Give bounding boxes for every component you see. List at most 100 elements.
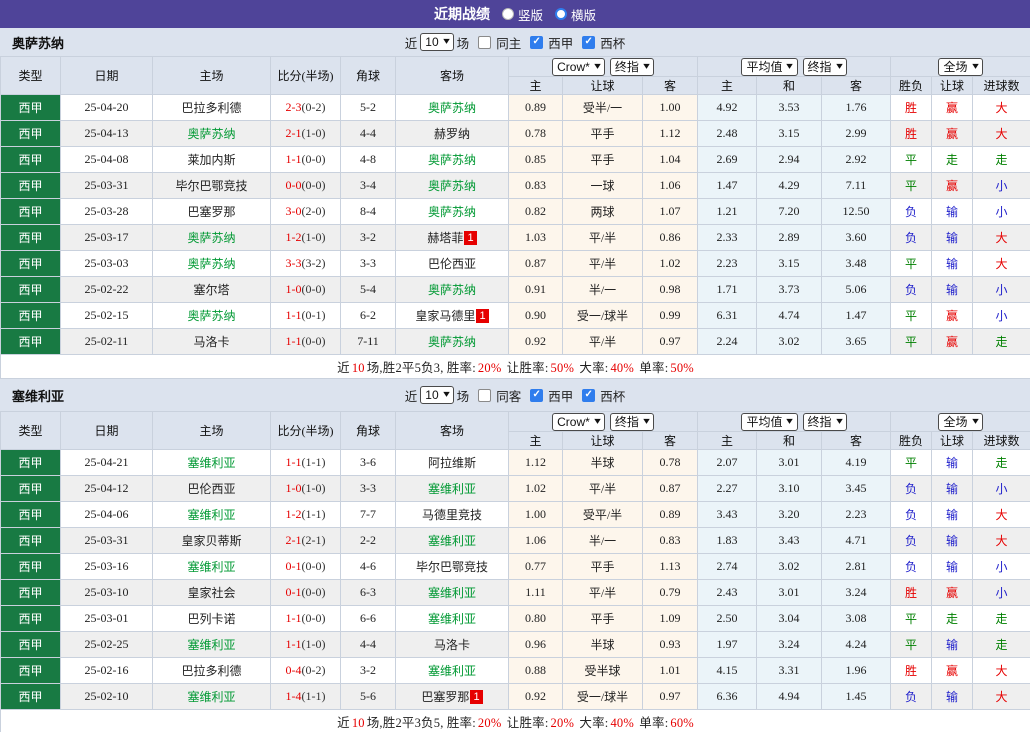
result-cell: 平 (891, 251, 932, 277)
goals-result-cell: 大 (973, 225, 1030, 251)
table-row: 西甲 25-02-22 塞尔塔 1-0(0-0) 5-4 奥萨苏纳 0.91 半… (1, 277, 1030, 303)
vertical-radio-label: 竖版 (518, 5, 543, 24)
fullmatch-group-header: 全场▾ (891, 412, 1030, 432)
col-avg-home: 主 (698, 432, 757, 450)
avg-draw-cell: 7.20 (757, 199, 822, 225)
odds-source-select[interactable]: Crow*▾ (552, 413, 605, 431)
goals-result-cell: 大 (973, 251, 1030, 277)
away-team-cell: 奥萨苏纳 (396, 277, 509, 303)
odds-home-cell: 1.03 (509, 225, 563, 251)
average-select[interactable]: 平均值▾ (741, 58, 797, 76)
home-team-cell: 奥萨苏纳 (153, 121, 271, 147)
league-checkbox[interactable]: ✓ (530, 36, 543, 49)
col-corner: 角球 (341, 57, 396, 95)
avg-away-cell: 2.92 (822, 147, 891, 173)
checkmark-icon: ✓ (585, 37, 593, 47)
score-cell: 1-0(0-0) (271, 277, 341, 303)
section-filterbar-sevilla: 塞维利亚 近 10 ▾ 场 ✓ 同客 ✓ 西甲 ✓ 西杯 (0, 379, 1030, 411)
corner-cell: 2-2 (341, 528, 396, 554)
col-home: 主场 (153, 412, 271, 450)
odds-away-cell: 0.98 (643, 277, 698, 303)
col-avg-away: 客 (822, 77, 891, 95)
odds-away-cell: 1.04 (643, 147, 698, 173)
cup-checkbox[interactable]: ✓ (582, 36, 595, 49)
page: 近期战绩 竖版 横版 奥萨苏纳 近 10 ▾ 场 ✓ 同主 ✓ 西甲 ✓ 西杯 (0, 0, 1030, 732)
handicap-result-cell: 赢 (932, 329, 973, 355)
col-score: 比分(半场) (271, 57, 341, 95)
avg-home-cell: 1.71 (698, 277, 757, 303)
result-cell: 平 (891, 606, 932, 632)
table-row: 西甲 25-03-31 皇家贝蒂斯 2-1(2-1) 2-2 塞维利亚 1.06… (1, 528, 1030, 554)
odds-home-cell: 1.00 (509, 502, 563, 528)
odds-home-cell: 0.87 (509, 251, 563, 277)
avg-home-cell: 6.36 (698, 684, 757, 710)
goals-result-cell: 大 (973, 502, 1030, 528)
horizontal-radio-icon[interactable] (555, 8, 567, 20)
odds-handicap-cell: 受一/球半 (563, 303, 643, 329)
score-cell: 1-1(0-0) (271, 147, 341, 173)
recent-count-select[interactable]: 10 ▾ (420, 33, 453, 51)
chevron-down-icon: ▾ (594, 62, 601, 72)
final-odds-select[interactable]: 终指▾ (610, 413, 654, 431)
avg-home-cell: 1.97 (698, 632, 757, 658)
odds-home-cell: 0.91 (509, 277, 563, 303)
vertical-radio-icon[interactable] (502, 8, 514, 20)
col-goals: 进球数 (973, 432, 1030, 450)
avg-draw-cell: 4.94 (757, 684, 822, 710)
handicap-result-cell: 输 (932, 199, 973, 225)
avg-draw-cell: 3.31 (757, 658, 822, 684)
corner-cell: 4-8 (341, 147, 396, 173)
odds-handicap-cell: 受一/球半 (563, 684, 643, 710)
col-goals: 进球数 (973, 77, 1030, 95)
average-group-header: 平均值▾ 终指▾ (698, 412, 891, 432)
home-team-cell: 莱加内斯 (153, 147, 271, 173)
odds-handicap-cell: 半/一 (563, 277, 643, 303)
date-cell: 25-02-16 (61, 658, 153, 684)
score-cell: 2-3(0-2) (271, 95, 341, 121)
table-row: 西甲 25-04-21 塞维利亚 1-1(1-1) 3-6 阿拉维斯 1.12 … (1, 450, 1030, 476)
team-name: 塞维利亚 (12, 386, 64, 405)
col-odds-home: 主 (509, 77, 563, 95)
table-row: 西甲 25-03-03 奥萨苏纳 3-3(3-2) 3-3 巴伦西亚 0.87 … (1, 251, 1030, 277)
away-team-cell: 巴伦西亚 (396, 251, 509, 277)
date-cell: 25-03-01 (61, 606, 153, 632)
odds-away-cell: 1.01 (643, 658, 698, 684)
checkmark-icon: ✓ (585, 390, 593, 400)
final-odds-select-2[interactable]: 终指▾ (803, 58, 847, 76)
fullmatch-select[interactable]: 全场▾ (938, 58, 982, 76)
score-cell: 1-2(1-0) (271, 225, 341, 251)
league-checkbox[interactable]: ✓ (530, 389, 543, 402)
recent-count-select[interactable]: 10 ▾ (420, 386, 453, 404)
cup-checkbox[interactable]: ✓ (582, 389, 595, 402)
odds-away-cell: 0.87 (643, 476, 698, 502)
date-cell: 25-04-06 (61, 502, 153, 528)
odds-home-cell: 0.89 (509, 95, 563, 121)
table-row: 西甲 25-03-01 巴列卡诺 1-1(0-0) 6-6 塞维利亚 0.80 … (1, 606, 1030, 632)
layout-vertical-option[interactable]: 竖版 (502, 5, 543, 24)
avg-draw-cell: 3.24 (757, 632, 822, 658)
col-score: 比分(半场) (271, 412, 341, 450)
odds-source-select[interactable]: Crow*▾ (552, 58, 605, 76)
league-type-cell: 西甲 (1, 303, 61, 329)
goals-result-cell: 小 (973, 554, 1030, 580)
avg-draw-cell: 3.43 (757, 528, 822, 554)
final-odds-select[interactable]: 终指▾ (610, 58, 654, 76)
table-row: 西甲 25-03-28 巴塞罗那 3-0(2-0) 8-4 奥萨苏纳 0.82 … (1, 199, 1030, 225)
final-odds-select-2[interactable]: 终指▾ (803, 413, 847, 431)
corner-cell: 5-6 (341, 684, 396, 710)
avg-home-cell: 1.83 (698, 528, 757, 554)
same-venue-checkbox[interactable]: ✓ (478, 389, 491, 402)
handicap-result-cell: 输 (932, 476, 973, 502)
same-venue-checkbox[interactable]: ✓ (478, 36, 491, 49)
date-cell: 25-03-31 (61, 173, 153, 199)
home-team-cell: 巴拉多利德 (153, 95, 271, 121)
away-team-cell: 奥萨苏纳 (396, 199, 509, 225)
average-select[interactable]: 平均值▾ (741, 413, 797, 431)
layout-horizontal-option[interactable]: 横版 (555, 5, 596, 24)
red-card-badge: 1 (470, 690, 482, 704)
avg-home-cell: 2.69 (698, 147, 757, 173)
avg-away-cell: 2.23 (822, 502, 891, 528)
avg-draw-cell: 3.02 (757, 329, 822, 355)
fullmatch-select[interactable]: 全场▾ (938, 413, 982, 431)
col-result: 胜负 (891, 432, 932, 450)
